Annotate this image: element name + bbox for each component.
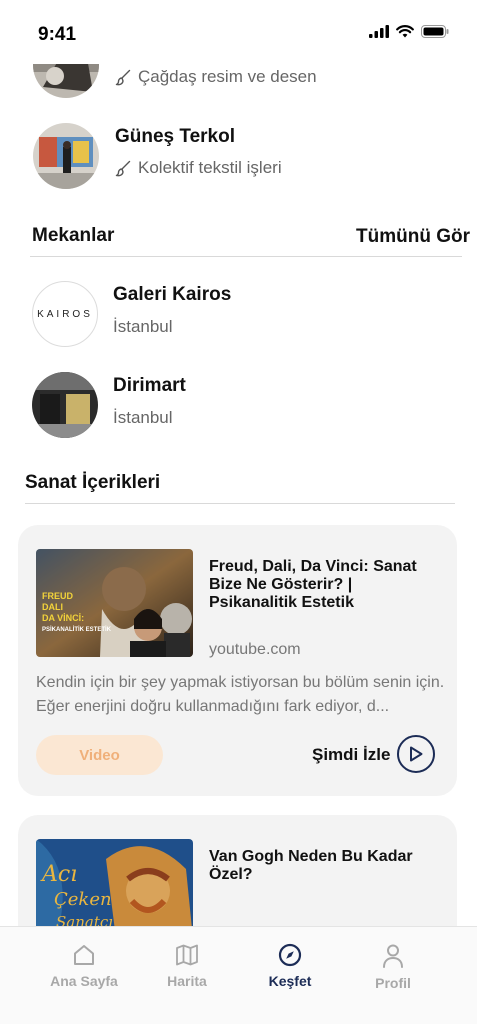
content-card-title[interactable]: Van Gogh Neden Bu Kadar Özel? [209, 848, 441, 884]
battery-icon [421, 25, 449, 38]
content-type-badge: Video [36, 735, 163, 775]
thumbnail-text: Acı [40, 862, 77, 887]
video-thumbnail[interactable]: Acı Çeken Sanatçı [36, 839, 193, 939]
thumbnail-text: Çeken [54, 889, 112, 910]
artist-category-label: Çağdaş resim ve desen [138, 67, 317, 86]
play-icon [410, 746, 423, 762]
content-card[interactable]: FREUD DALI DA VİNCİ: PSİKANALİTİK ESTETİ… [18, 525, 457, 796]
venues-section-title: Mekanlar [32, 225, 115, 246]
status-icons [369, 25, 449, 38]
map-icon [176, 944, 198, 966]
bottom-navigation: Ana Sayfa Harita Keşfet Profil [0, 926, 477, 1024]
brush-icon [115, 69, 131, 85]
venue-name[interactable]: Galeri Kairos [113, 284, 231, 306]
venue-city: İstanbul [113, 317, 173, 336]
thumbnail-text: DA VİNCİ: [42, 613, 84, 623]
watch-now-label[interactable]: Şimdi İzle [312, 745, 390, 765]
content-section-title: Sanat İçerikleri [25, 472, 161, 493]
venue-city: İstanbul [113, 408, 173, 427]
artist-category: Kolektif tekstil işleri [115, 158, 282, 178]
video-thumbnail[interactable]: FREUD DALI DA VİNCİ: PSİKANALİTİK ESTETİ… [36, 549, 193, 657]
status-bar: 9:41 [0, 0, 477, 64]
content-card-title[interactable]: Freud, Dali, Da Vinci: Sanat Bize Ne Gös… [209, 558, 441, 612]
nav-item-home[interactable]: Ana Sayfa [34, 943, 134, 989]
nav-label: Ana Sayfa [50, 973, 118, 989]
artist-category-label: Kolektif tekstil işleri [138, 158, 282, 177]
venue-logo[interactable] [32, 372, 98, 438]
play-button[interactable] [397, 735, 435, 773]
brush-icon [115, 160, 131, 176]
wifi-icon [396, 25, 414, 38]
nav-item-profile[interactable]: Profil [343, 943, 443, 991]
venue-logo-text: KAIROS [37, 308, 93, 320]
status-time: 9:41 [38, 24, 77, 45]
cellular-signal-icon [369, 25, 389, 38]
artist-category: Çağdaş resim ve desen [115, 67, 317, 87]
artist-avatar[interactable] [33, 123, 99, 189]
thumbnail-text: FREUD [42, 591, 73, 601]
thumbnail-text: DALI [42, 602, 63, 612]
thumbnail-text: PSİKANALİTİK ESTETİK [42, 626, 112, 633]
nav-label: Profil [375, 975, 411, 991]
user-icon [383, 944, 403, 968]
venue-name[interactable]: Dirimart [113, 375, 186, 397]
nav-item-explore[interactable]: Keşfet [240, 943, 340, 989]
home-icon [74, 945, 94, 965]
see-all-venues-link[interactable]: Tümünü Gör [356, 226, 470, 248]
venue-logo[interactable]: KAIROS [32, 281, 98, 347]
content-card-description: Kendin için bir şey yapmak istiyorsan bu… [36, 674, 445, 715]
divider [25, 503, 455, 504]
nav-item-map[interactable]: Harita [137, 943, 237, 989]
divider [30, 256, 462, 257]
artist-name[interactable]: Güneş Terkol [115, 126, 235, 148]
nav-label: Harita [167, 973, 207, 989]
content-card-source: youtube.com [209, 641, 301, 658]
compass-icon [278, 943, 302, 967]
nav-label: Keşfet [268, 973, 312, 989]
